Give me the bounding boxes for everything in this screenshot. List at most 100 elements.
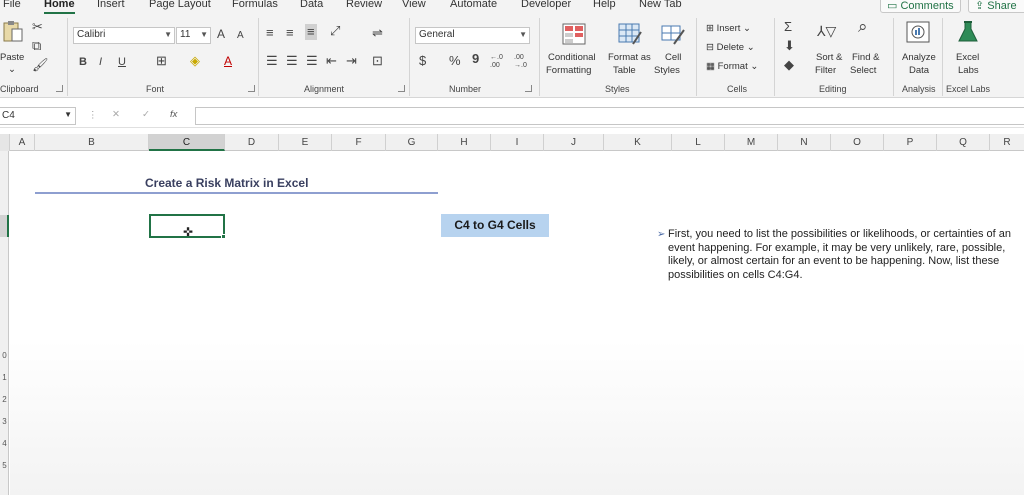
number-format-select[interactable]: General ▼ bbox=[415, 27, 530, 44]
column-header[interactable]: C bbox=[149, 134, 225, 151]
drag-handle-icon[interactable]: ⋮ bbox=[88, 110, 98, 121]
sheet-grid[interactable] bbox=[10, 151, 1024, 495]
increase-indent-icon[interactable]: ⇥ bbox=[346, 54, 357, 68]
increase-decimal-button[interactable]: ←.0 .00 bbox=[490, 54, 510, 70]
number-launcher-icon[interactable] bbox=[525, 85, 532, 92]
select-all-corner[interactable] bbox=[0, 134, 10, 151]
tab-help[interactable]: Help bbox=[593, 0, 616, 10]
column-header[interactable]: A bbox=[10, 134, 35, 151]
wrap-text-icon[interactable]: ⇌ bbox=[372, 26, 383, 40]
italic-button[interactable]: I bbox=[99, 55, 102, 69]
tab-developer[interactable]: Developer bbox=[521, 0, 571, 10]
column-header[interactable]: H bbox=[438, 134, 491, 151]
clear-icon[interactable]: ◆ bbox=[784, 58, 794, 72]
column-header[interactable]: I bbox=[491, 134, 544, 151]
tab-review[interactable]: Review bbox=[346, 0, 382, 10]
column-header[interactable]: E bbox=[279, 134, 332, 151]
column-header[interactable]: F bbox=[332, 134, 386, 151]
row-header[interactable]: 3 bbox=[0, 417, 9, 426]
chevron-down-icon: ▼ bbox=[164, 30, 172, 39]
divider bbox=[67, 18, 68, 96]
column-header[interactable]: D bbox=[225, 134, 279, 151]
font-size-select[interactable]: 11 ▼ bbox=[176, 27, 211, 44]
column-header[interactable]: O bbox=[831, 134, 884, 151]
column-header[interactable]: G bbox=[386, 134, 438, 151]
fill-icon[interactable]: ⬇ bbox=[784, 39, 795, 53]
comma-button[interactable]: 9 bbox=[472, 52, 479, 66]
name-box[interactable]: C4 ▼ bbox=[0, 107, 76, 125]
grow-font-button[interactable]: A bbox=[217, 27, 225, 41]
borders-icon[interactable]: ⊞ bbox=[156, 54, 167, 68]
tab-view[interactable]: View bbox=[402, 0, 426, 10]
menu-bar: File Home Insert Page Layout Formulas Da… bbox=[0, 0, 1024, 14]
merge-center-icon[interactable]: ⊡ bbox=[372, 54, 383, 68]
row-header[interactable]: 4 bbox=[0, 439, 9, 448]
bold-button[interactable]: B bbox=[79, 55, 87, 69]
row-header[interactable]: 1 bbox=[0, 373, 9, 382]
autosum-icon[interactable]: Σ bbox=[784, 20, 792, 34]
align-left-icon[interactable]: ☰ bbox=[266, 54, 278, 68]
fill-color-icon[interactable]: ◈ bbox=[190, 54, 200, 68]
align-bottom-icon[interactable]: ≡ bbox=[305, 24, 317, 40]
clipboard-launcher-icon[interactable] bbox=[56, 85, 63, 92]
orientation-icon[interactable]: ⤢ bbox=[330, 24, 340, 38]
comments-button[interactable]: ▭ Comments bbox=[880, 0, 961, 13]
enter-icon[interactable]: ✓ bbox=[142, 109, 150, 120]
tab-page-layout[interactable]: Page Layout bbox=[149, 0, 211, 10]
insert-function-icon[interactable]: fx bbox=[170, 109, 177, 120]
column-header[interactable]: J bbox=[544, 134, 604, 151]
tab-insert[interactable]: Insert bbox=[97, 0, 125, 10]
share-button[interactable]: ⇪ Share bbox=[968, 0, 1024, 13]
group-label-font: Font bbox=[146, 84, 165, 94]
fill-handle[interactable] bbox=[221, 234, 226, 239]
column-header[interactable]: P bbox=[884, 134, 937, 151]
format-cells-button[interactable]: ▦ Format ⌄ bbox=[706, 61, 758, 72]
column-header[interactable]: B bbox=[35, 134, 149, 151]
align-center-icon[interactable]: ☰ bbox=[286, 54, 298, 68]
selected-row-header[interactable] bbox=[0, 215, 9, 237]
alignment-launcher-icon[interactable] bbox=[398, 85, 405, 92]
column-header[interactable]: L bbox=[672, 134, 725, 151]
column-header[interactable]: Q bbox=[937, 134, 990, 151]
font-name-select[interactable]: Calibri ▼ bbox=[73, 27, 175, 44]
sort-filter-icon: ⅄▽ bbox=[817, 23, 837, 39]
tab-home[interactable]: Home bbox=[44, 0, 75, 14]
row-header[interactable]: 2 bbox=[0, 395, 9, 404]
ribbon: Paste ⌄ ✂ ⧉ 🖌 Clipboard Calibri ▼ 11 ▼ A A… bbox=[0, 14, 1024, 98]
column-header[interactable]: K bbox=[604, 134, 672, 151]
font-launcher-icon[interactable] bbox=[248, 85, 255, 92]
currency-button[interactable]: $ bbox=[419, 54, 426, 68]
row-header[interactable]: 5 bbox=[0, 461, 9, 470]
cut-icon[interactable]: ✂ bbox=[32, 20, 43, 34]
instruction-note: ➢ First, you need to list the possibilit… bbox=[657, 228, 1011, 281]
row-header[interactable]: 0 bbox=[0, 351, 9, 360]
insert-cells-button[interactable]: ⊞ Insert ⌄ bbox=[706, 23, 751, 34]
underline-button[interactable]: U bbox=[118, 55, 126, 69]
cancel-icon[interactable]: ✕ bbox=[112, 109, 120, 120]
tab-formulas[interactable]: Formulas bbox=[232, 0, 278, 10]
format-painter-icon[interactable]: 🖌 bbox=[32, 58, 49, 72]
shrink-font-button[interactable]: A bbox=[237, 29, 244, 43]
group-label-styles: Styles bbox=[605, 84, 630, 94]
column-header[interactable]: N bbox=[778, 134, 831, 151]
font-color-button[interactable]: A bbox=[224, 54, 232, 68]
chevron-down-icon: ▼ bbox=[200, 30, 208, 39]
title-underline bbox=[35, 192, 438, 194]
column-header[interactable]: R bbox=[990, 134, 1024, 151]
percent-button[interactable]: % bbox=[449, 54, 461, 68]
column-headers: A B C D E F G H I J K L M N O P Q R bbox=[0, 134, 1024, 151]
decrease-indent-icon[interactable]: ⇤ bbox=[326, 54, 337, 68]
align-middle-icon[interactable]: ≡ bbox=[286, 26, 294, 40]
tab-new-tab[interactable]: New Tab bbox=[639, 0, 682, 10]
copy-icon[interactable]: ⧉ bbox=[32, 39, 41, 53]
align-top-icon[interactable]: ≡ bbox=[266, 26, 274, 40]
decrease-decimal-button[interactable]: .00 →.0 bbox=[514, 54, 534, 70]
tab-data[interactable]: Data bbox=[300, 0, 323, 10]
column-header[interactable]: M bbox=[725, 134, 778, 151]
tab-file[interactable]: File bbox=[3, 0, 21, 10]
tab-automate[interactable]: Automate bbox=[450, 0, 497, 10]
comment-icon: ▭ bbox=[887, 0, 901, 12]
formula-input[interactable] bbox=[195, 107, 1024, 125]
delete-cells-button[interactable]: ⊟ Delete ⌄ bbox=[706, 42, 755, 53]
align-right-icon[interactable]: ☰ bbox=[306, 54, 318, 68]
